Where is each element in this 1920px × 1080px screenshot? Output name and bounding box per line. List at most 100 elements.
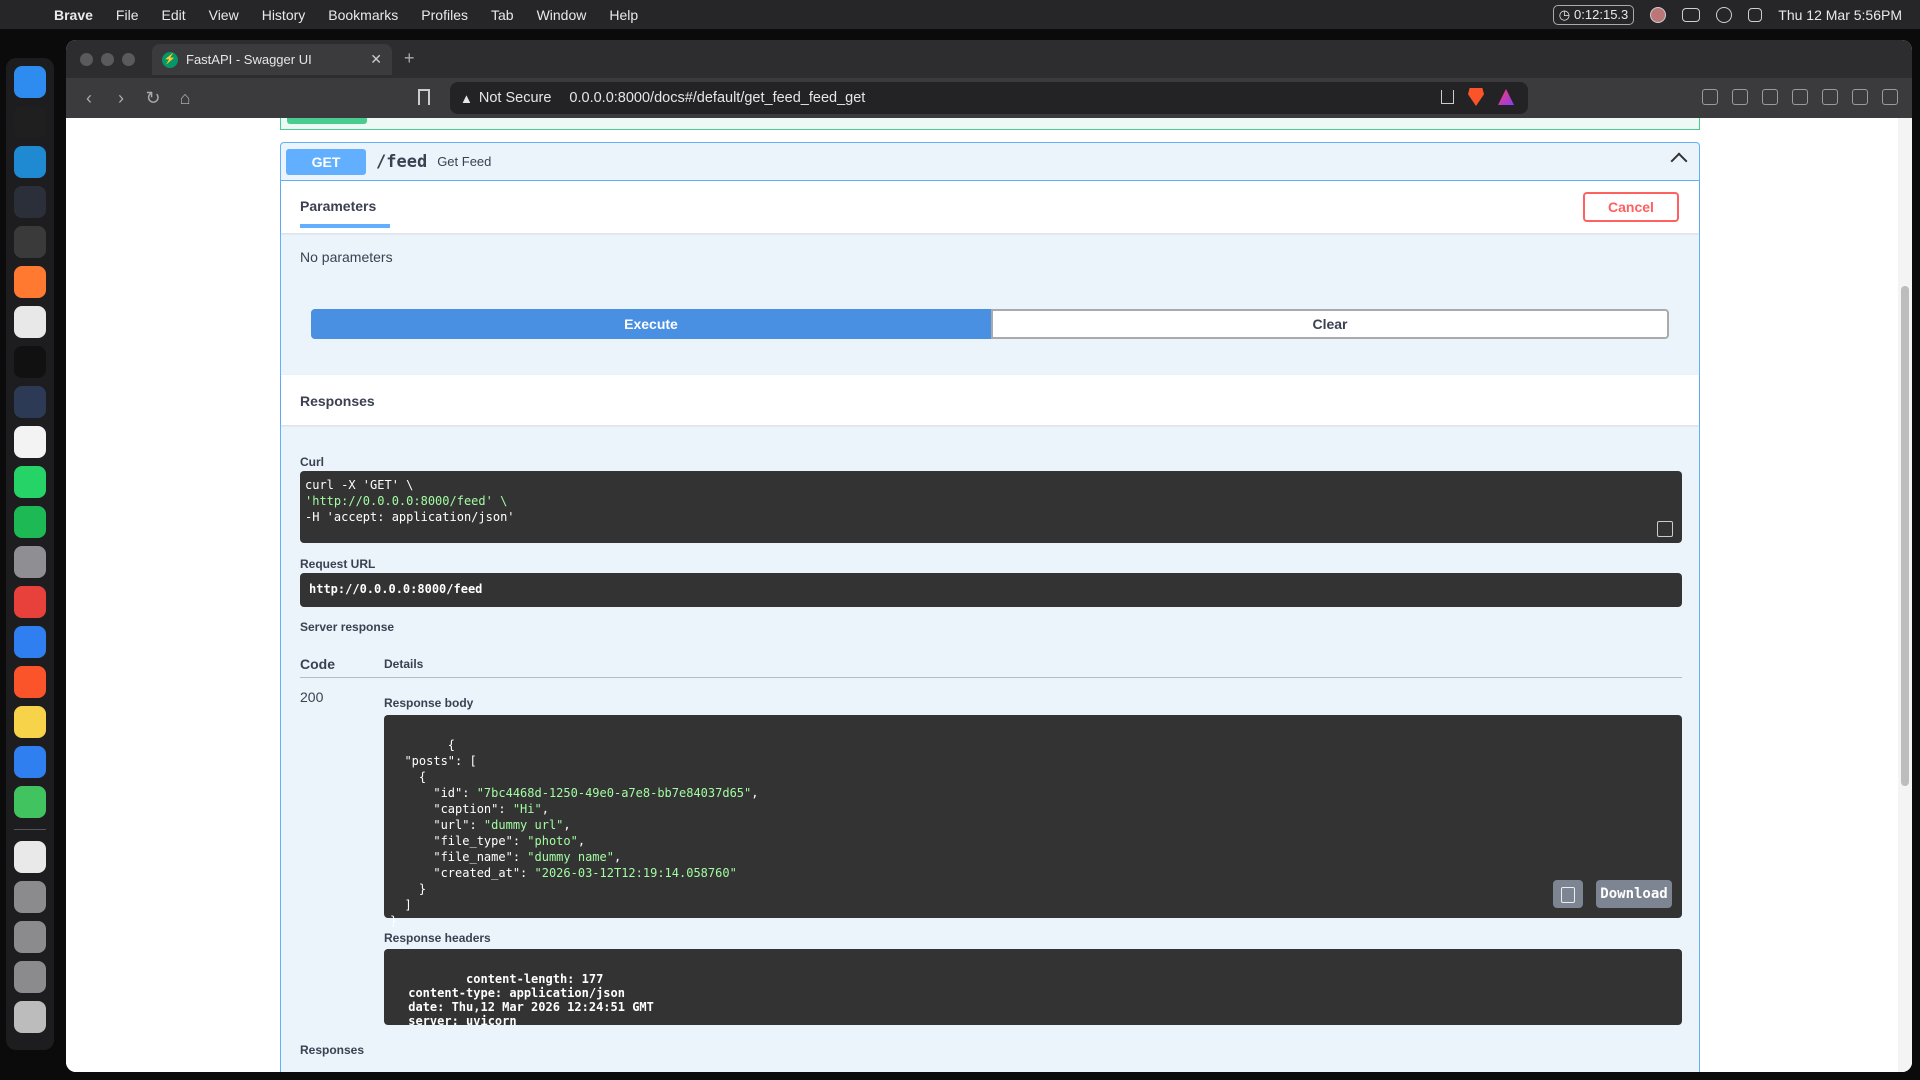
- dock-apps-folder-icon[interactable]: [14, 921, 46, 953]
- close-window-button[interactable]: [80, 52, 93, 66]
- header-divider: [300, 677, 1682, 678]
- curl-label: Curl: [300, 455, 324, 469]
- operation-path: /feed: [376, 151, 428, 172]
- operation-summary[interactable]: GET /feed Get Feed: [281, 143, 1699, 181]
- dock-table-plus-icon[interactable]: [14, 306, 46, 338]
- security-label[interactable]: Not Secure: [479, 90, 552, 106]
- dock-vscode-icon[interactable]: [14, 146, 46, 178]
- clear-button[interactable]: Clear: [991, 309, 1669, 339]
- sidebar-icon[interactable]: [1762, 89, 1778, 105]
- menu-file[interactable]: File: [116, 7, 139, 23]
- bookmark-icon[interactable]: [418, 89, 430, 105]
- dock-settings-icon[interactable]: [14, 546, 46, 578]
- dock-finder-icon[interactable]: [14, 66, 46, 98]
- dock-safari-icon[interactable]: [14, 626, 46, 658]
- brave-rewards-icon[interactable]: [1498, 89, 1514, 105]
- download-button[interactable]: Download: [1596, 880, 1672, 908]
- responses-title: Responses: [300, 393, 375, 409]
- scrollbar-thumb[interactable]: [1901, 286, 1909, 786]
- method-badge: GET: [286, 148, 366, 175]
- profile-icon[interactable]: [1650, 6, 1667, 23]
- menu-view[interactable]: View: [209, 7, 239, 23]
- timer-widget[interactable]: ◷ 0:12:15.3: [1552, 4, 1635, 25]
- reader-mode-icon[interactable]: [1702, 89, 1718, 105]
- response-body-block[interactable]: { "posts": [ { "id": "7bc4468d-1250-49e0…: [384, 715, 1682, 928]
- minimize-window-button[interactable]: [101, 52, 114, 66]
- brave-shields-icon[interactable]: [1468, 88, 1484, 106]
- tab-close-icon[interactable]: ✕: [370, 51, 382, 68]
- copy-curl-icon[interactable]: [1657, 521, 1673, 537]
- menu-app-name[interactable]: Brave: [54, 7, 93, 23]
- responses-header: Responses: [281, 375, 1699, 425]
- menu-icon[interactable]: [1882, 89, 1898, 105]
- reload-icon[interactable]: ↻: [144, 88, 162, 109]
- clock-icon: ◷: [1558, 6, 1571, 22]
- forward-icon[interactable]: ›: [112, 88, 130, 109]
- leo-ai-icon[interactable]: [1822, 89, 1838, 105]
- dock-chatgpt-icon[interactable]: [14, 346, 46, 378]
- curl-line-text: curl -X 'GET' \: [305, 478, 414, 492]
- url-text[interactable]: 0.0.0.0:8000/docs#/default/get_feed_feed…: [569, 90, 865, 106]
- response-headers-block[interactable]: content-length: 177 content-type: applic…: [384, 949, 1682, 1028]
- vpn-icon[interactable]: [1852, 89, 1868, 105]
- dock-downloads-folder-icon[interactable]: [14, 961, 46, 993]
- chevron-up-icon[interactable]: [1670, 152, 1688, 170]
- browser-window: ⚡ FastAPI - Swagger UI ✕ + ‹ › ↻ ⌂ ▲ Not…: [66, 40, 1912, 1072]
- play-icon[interactable]: [1716, 6, 1733, 23]
- dock-tasks-icon[interactable]: [14, 746, 46, 778]
- media-icon[interactable]: [1732, 89, 1748, 105]
- dock-separator: [14, 829, 46, 830]
- share-icon[interactable]: [1441, 90, 1454, 104]
- execute-button[interactable]: Execute: [311, 309, 991, 339]
- dock-calendar-red-icon[interactable]: [14, 586, 46, 618]
- new-tab-icon[interactable]: +: [404, 48, 415, 69]
- status-code: 200: [300, 689, 324, 705]
- details-column-header: Details: [384, 657, 424, 671]
- menu-bar: Brave File Edit View History Bookmarks P…: [0, 0, 1920, 29]
- menu-bookmarks[interactable]: Bookmarks: [328, 7, 398, 23]
- address-bar[interactable]: ▲ Not Secure 0.0.0.0:8000/docs#/default/…: [450, 82, 1528, 114]
- menubar-datetime[interactable]: Thu 12 Mar 5:56PM: [1778, 7, 1902, 23]
- menu-window[interactable]: Window: [537, 7, 587, 23]
- previous-operation-block[interactable]: [280, 118, 1700, 130]
- cancel-button[interactable]: Cancel: [1583, 192, 1679, 222]
- dock: [6, 58, 54, 1050]
- dock-pen-tool-icon[interactable]: [14, 266, 46, 298]
- menu-tab[interactable]: Tab: [491, 7, 514, 23]
- parameters-header: Parameters Cancel: [281, 181, 1699, 233]
- dock-terminal-icon[interactable]: [14, 106, 46, 138]
- tab-bar: ⚡ FastAPI - Swagger UI ✕ +: [66, 40, 1912, 78]
- dock-trash-icon[interactable]: [14, 1001, 46, 1033]
- responses-footer-label: Responses: [300, 1043, 365, 1057]
- request-url-block[interactable]: http://0.0.0.0:8000/feed: [300, 573, 1682, 607]
- dock-notion-icon[interactable]: [14, 426, 46, 458]
- warning-icon[interactable]: ▲: [460, 91, 473, 106]
- curl-block[interactable]: curl -X 'GET' \ 'http://0.0.0.0:8000/fee…: [300, 471, 1682, 543]
- zoom-window-button[interactable]: [122, 52, 135, 66]
- dock-notes-icon[interactable]: [14, 706, 46, 738]
- dock-brave-icon[interactable]: [14, 666, 46, 698]
- dock-numbers-icon[interactable]: [14, 786, 46, 818]
- control-center-icon[interactable]: [1748, 7, 1763, 22]
- battery-icon[interactable]: [1682, 7, 1701, 22]
- page-scrollbar[interactable]: [1898, 118, 1912, 1072]
- dock-app-dark-icon[interactable]: [14, 226, 46, 258]
- back-icon[interactable]: ‹: [80, 88, 98, 109]
- dock-ai-orb-icon[interactable]: [14, 386, 46, 418]
- home-icon[interactable]: ⌂: [176, 88, 194, 109]
- dock-folder-icon[interactable]: [14, 881, 46, 913]
- operation-summary-text: Get Feed: [437, 154, 492, 169]
- menu-profiles[interactable]: Profiles: [421, 7, 468, 23]
- tab-parameters[interactable]: Parameters: [300, 198, 390, 228]
- dock-preview-icon[interactable]: [14, 841, 46, 873]
- browser-tab-active[interactable]: ⚡ FastAPI - Swagger UI ✕: [152, 44, 392, 75]
- menu-edit[interactable]: Edit: [161, 7, 185, 23]
- menu-history[interactable]: History: [262, 7, 306, 23]
- request-url-label: Request URL: [300, 557, 376, 571]
- menu-help[interactable]: Help: [609, 7, 638, 23]
- copy-response-icon[interactable]: [1553, 880, 1583, 908]
- dock-spotify-icon[interactable]: [14, 506, 46, 538]
- dock-xcode-like-icon[interactable]: [14, 186, 46, 218]
- wallet-icon[interactable]: [1792, 89, 1808, 105]
- dock-whatsapp-icon[interactable]: [14, 466, 46, 498]
